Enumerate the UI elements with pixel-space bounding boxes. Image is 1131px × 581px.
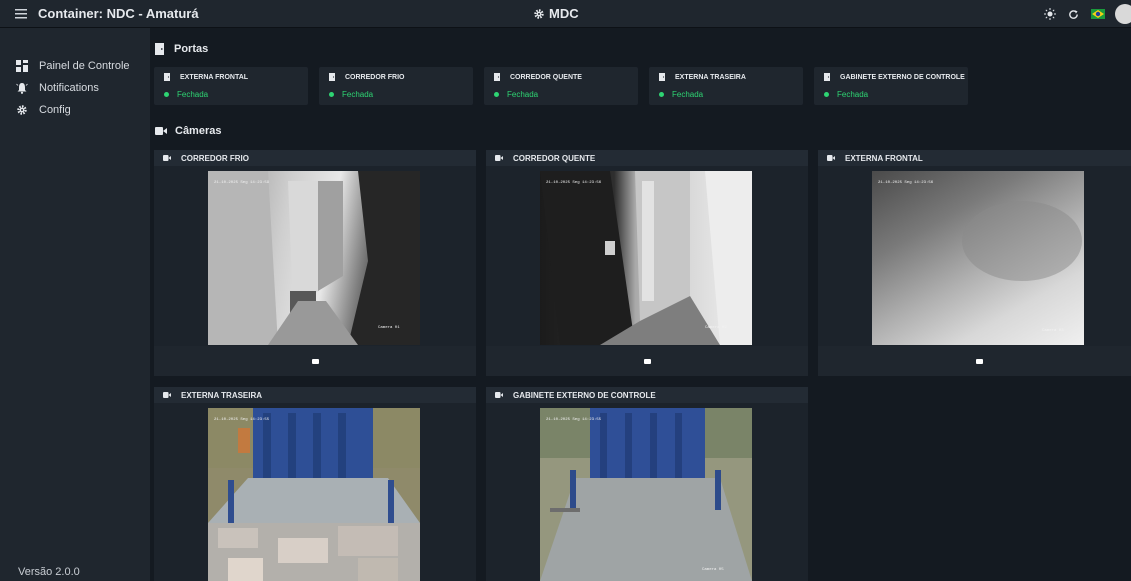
brazil-flag-icon[interactable] [1091,9,1105,19]
app-title-label: MDC [549,6,579,21]
video-camera-icon [155,126,167,136]
camera-card[interactable]: EXTERNA FRONTAL 21-10-2025 Seg 14:23:56 … [818,150,1131,376]
door-icon [329,73,336,81]
door-status: Fechada [507,90,539,99]
status-dot [659,92,664,97]
doors-heading-label: Portas [174,43,209,55]
door-card[interactable]: GABINETE EXTERNO DE CONTROLE Fechada [814,67,968,105]
door-name: EXTERNA FRONTAL [180,73,249,81]
hd-toggle-icon[interactable] [311,358,319,364]
door-card[interactable]: EXTERNA FRONTAL Fechada [154,67,308,105]
camera-label: Camera 02 [705,326,727,330]
sidebar: Painel de Controle Notifications Config … [0,28,150,581]
bell-icon [15,81,29,95]
cameras-heading-label: Câmeras [175,125,222,137]
sun-icon[interactable] [1044,8,1056,20]
camera-label: Camera 05 [702,568,724,572]
sidebar-item-label: Notifications [39,82,99,94]
camera-name: EXTERNA FRONTAL [845,153,923,163]
sidebar-item-painel-de-controle[interactable]: Painel de Controle [0,55,150,77]
camera-footer [154,346,476,376]
camera-icon [495,392,503,398]
camera-timestamp: 21-10-2025 Seg 14:23:56 [878,181,934,185]
camera-icon [163,155,171,161]
camera-name: GABINETE EXTERNO DE CONTROLE [513,390,656,400]
sidebar-item-notifications[interactable]: Notifications [0,77,150,99]
cameras-heading: Câmeras [155,125,221,137]
camera-label: Camera 01 [378,326,400,330]
status-dot [164,92,169,97]
doors-heading: Portas [155,43,208,55]
hd-toggle-icon[interactable] [643,358,651,364]
door-icon [824,73,831,81]
camera-icon [163,392,171,398]
status-dot [329,92,334,97]
gear-icon [534,8,544,19]
sidebar-item-label: Config [39,104,71,116]
camera-feed[interactable]: 21-10-2025 Seg 14:23:56 Camera 03 [872,171,1084,345]
door-name: GABINETE EXTERNO DE CONTROLE [840,73,965,81]
door-card[interactable]: EXTERNA TRASEIRA Fechada [649,67,803,105]
camera-card[interactable]: GABINETE EXTERNO DE CONTROLE 21-10-2025 … [486,387,808,581]
door-name: EXTERNA TRASEIRA [675,73,746,81]
door-status: Fechada [837,90,869,99]
main-content: Portas EXTERNA FRONTAL Fechada CORREDOR … [150,28,1131,581]
camera-timestamp: 21-10-2025 Seg 14:23:56 [546,181,602,185]
camera-label: Camera 03 [1042,329,1064,333]
door-icon [155,43,166,55]
door-card[interactable]: CORREDOR FRIO Fechada [319,67,473,105]
app-version: Versão 2.0.0 [18,566,80,578]
camera-name: CORREDOR FRIO [181,153,249,163]
door-status: Fechada [672,90,704,99]
camera-feed[interactable]: 21-10-2025 Seg 14:23:55 [208,408,420,581]
camera-card[interactable]: CORREDOR FRIO 21-10-2025 Seg 14:23:59 Ca… [154,150,476,376]
door-name: CORREDOR QUENTE [510,73,582,81]
camera-timestamp: 21-10-2025 Seg 14:23:55 [546,418,602,422]
camera-timestamp: 21-10-2025 Seg 14:23:55 [214,418,270,422]
camera-timestamp: 21-10-2025 Seg 14:23:59 [214,181,270,185]
container-title: Container: NDC - Amaturá [38,6,199,21]
app-title: MDC [533,6,579,21]
camera-feed[interactable]: 21-10-2025 Seg 14:23:59 Camera 01 [208,171,420,345]
gear-icon [15,103,29,117]
door-name: CORREDOR FRIO [345,73,405,81]
sidebar-item-config[interactable]: Config [0,99,150,121]
status-dot [494,92,499,97]
camera-name: EXTERNA TRASEIRA [181,390,263,400]
door-icon [494,73,501,81]
avatar[interactable] [1115,4,1131,24]
camera-icon [827,155,835,161]
camera-icon [495,155,503,161]
door-status: Fechada [342,90,374,99]
top-bar: Container: NDC - Amaturá MDC [0,0,1131,28]
menu-icon[interactable] [8,0,34,28]
status-dot [824,92,829,97]
refresh-icon[interactable] [1068,9,1079,20]
hd-toggle-icon[interactable] [975,358,983,364]
door-status: Fechada [177,90,209,99]
dashboard-icon [15,59,29,73]
door-card[interactable]: CORREDOR QUENTE Fechada [484,67,638,105]
camera-name: CORREDOR QUENTE [513,153,596,163]
camera-footer [818,346,1131,376]
sidebar-item-label: Painel de Controle [39,60,130,72]
camera-footer [486,346,808,376]
door-icon [164,73,171,81]
camera-card[interactable]: CORREDOR QUENTE 21-10-2025 Seg 14:23:56 … [486,150,808,376]
camera-card[interactable]: EXTERNA TRASEIRA 21-10-2025 Seg 14:23:55 [154,387,476,581]
camera-feed[interactable]: 21-10-2025 Seg 14:23:56 Camera 02 [540,171,752,345]
camera-feed[interactable]: 21-10-2025 Seg 14:23:55 Camera 05 [540,408,752,581]
door-icon [659,73,666,81]
